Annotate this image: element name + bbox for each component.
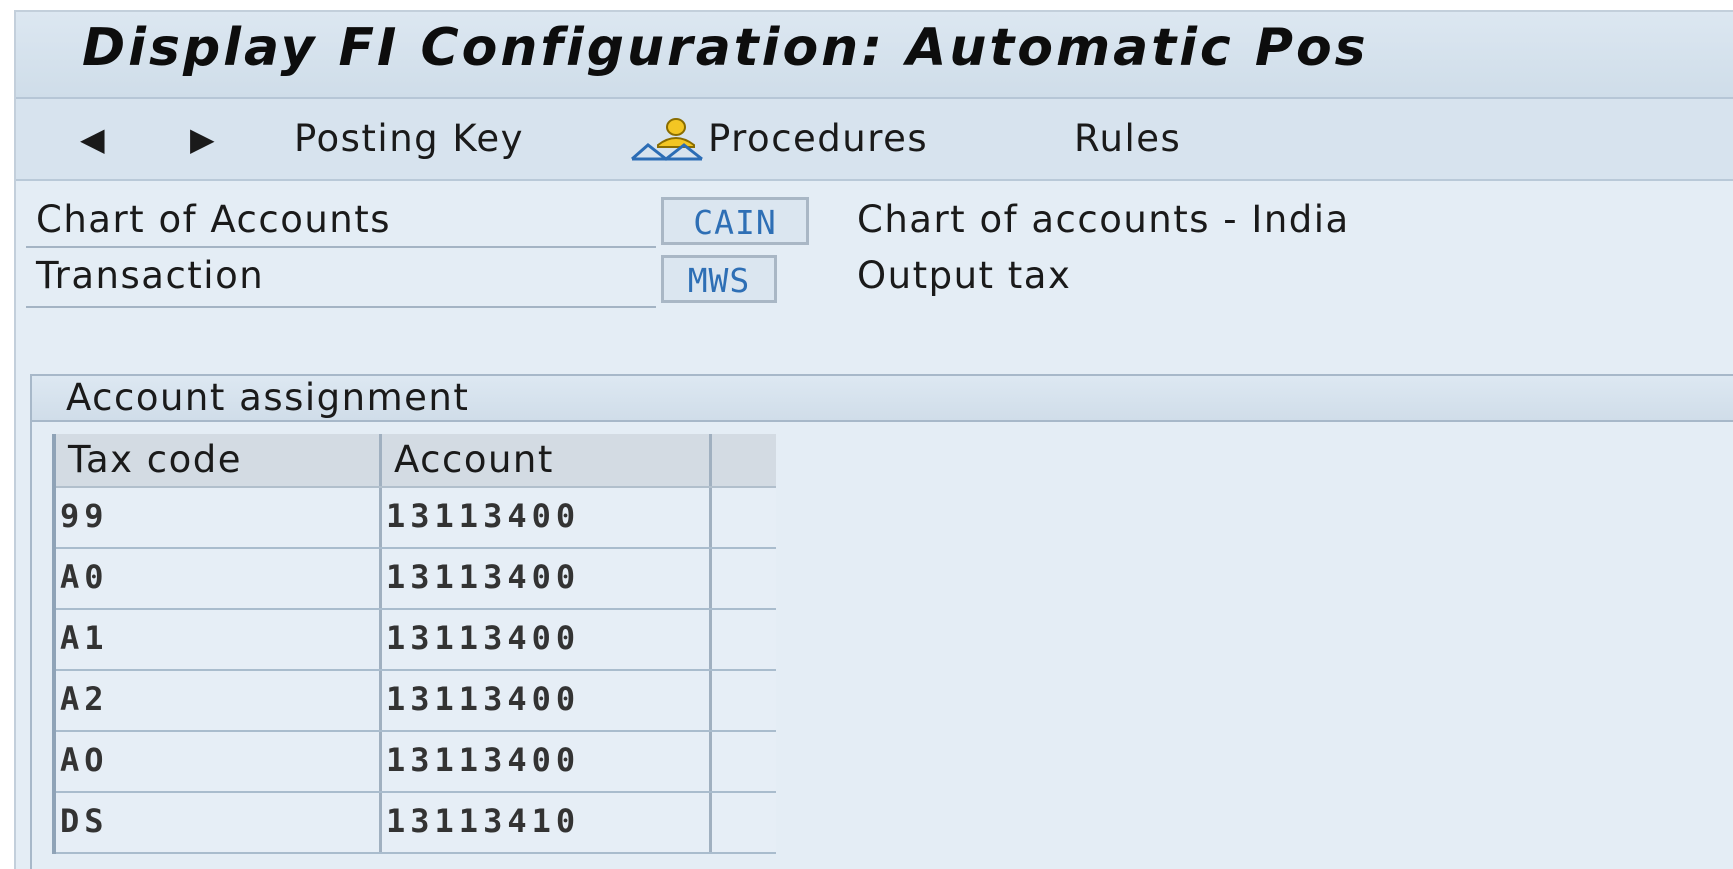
account-assignment-title: Account assignment xyxy=(66,376,470,419)
account-cell[interactable]: 13113400 xyxy=(382,671,712,730)
table-row[interactable]: 99 13113400 xyxy=(56,488,776,549)
forward-button[interactable]: ▶ xyxy=(190,99,216,179)
procedures-button[interactable]: Procedures xyxy=(630,99,928,179)
tax-code-cell[interactable]: A1 xyxy=(56,610,382,669)
field-separator xyxy=(26,246,656,248)
table-header: Tax code Account xyxy=(56,434,776,488)
account-assignment-group: Account assignment Tax code Account 99 1… xyxy=(30,374,1733,869)
account-assignment-header: Account assignment xyxy=(32,376,1733,422)
tax-code-cell[interactable]: A2 xyxy=(56,671,382,730)
table-row[interactable]: DS 13113410 xyxy=(56,793,776,854)
rules-label: Rules xyxy=(1074,117,1182,160)
tax-code-cell[interactable]: A0 xyxy=(56,549,382,608)
account-assignment-table: Tax code Account 99 13113400 A0 13113400… xyxy=(52,434,776,854)
table-row[interactable]: A0 13113400 xyxy=(56,549,776,610)
account-cell[interactable]: 13113400 xyxy=(382,732,712,791)
transaction-description: Output tax xyxy=(857,254,1072,297)
tax-code-cell[interactable]: AO xyxy=(56,732,382,791)
user-hierarchy-icon xyxy=(631,118,703,161)
table-row[interactable]: A1 13113400 xyxy=(56,610,776,671)
back-button[interactable]: ◀ xyxy=(80,99,106,179)
account-cell[interactable]: 13113400 xyxy=(382,549,712,608)
field-separator xyxy=(26,306,656,308)
chart-of-accounts-description: Chart of accounts - India xyxy=(857,198,1350,241)
account-cell[interactable]: 13113400 xyxy=(382,488,712,547)
chart-of-accounts-row: Chart of Accounts CAIN Chart of accounts… xyxy=(26,194,1726,250)
main-content: Chart of Accounts CAIN Chart of accounts… xyxy=(16,181,1733,869)
chart-of-accounts-label: Chart of Accounts xyxy=(36,198,392,241)
transaction-row: Transaction MWS Output tax xyxy=(26,250,1726,308)
sap-screen: Display FI Configuration: Automatic Pos … xyxy=(14,10,1733,869)
application-toolbar: ◀ ▶ Posting Key Procedures Rules xyxy=(16,99,1733,181)
table-row[interactable]: A2 13113400 xyxy=(56,671,776,732)
transaction-field[interactable]: MWS xyxy=(661,255,777,303)
procedures-label: Procedures xyxy=(708,117,929,160)
tax-code-cell[interactable]: DS xyxy=(56,793,382,852)
arrow-right-icon: ▶ xyxy=(190,120,217,158)
posting-key-label: Posting Key xyxy=(294,117,524,160)
arrow-left-icon: ◀ xyxy=(80,120,107,158)
page-title: Display FI Configuration: Automatic Pos xyxy=(82,18,1369,78)
transaction-label: Transaction xyxy=(36,254,265,297)
column-header-tax-code[interactable]: Tax code xyxy=(56,434,382,486)
title-bar: Display FI Configuration: Automatic Pos xyxy=(16,12,1733,99)
chart-of-accounts-field[interactable]: CAIN xyxy=(661,197,809,245)
account-cell[interactable]: 13113400 xyxy=(382,610,712,669)
posting-key-button[interactable]: Posting Key xyxy=(294,99,524,179)
tax-code-cell[interactable]: 99 xyxy=(56,488,382,547)
rules-button[interactable]: Rules xyxy=(1074,99,1181,179)
account-cell[interactable]: 13113410 xyxy=(382,793,712,852)
column-header-account[interactable]: Account xyxy=(382,434,712,486)
table-row[interactable]: AO 13113400 xyxy=(56,732,776,793)
